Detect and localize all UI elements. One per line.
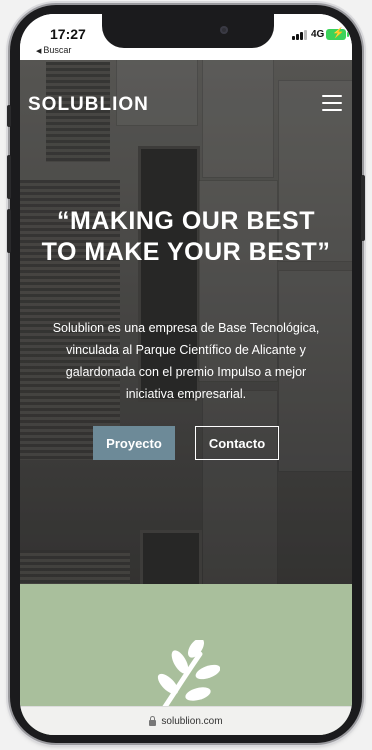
notch <box>102 14 274 48</box>
network-type: 4G <box>311 29 325 40</box>
volume-down-button <box>7 209 11 253</box>
camera-icon <box>220 26 228 34</box>
volume-up-button <box>7 155 11 199</box>
hamburger-menu-icon[interactable] <box>322 95 342 111</box>
proyecto-button[interactable]: Proyecto <box>93 426 175 460</box>
phone-screen: 17:27 ◀ Buscar 4G ⚡ SOLUBLION “MAKING OU… <box>20 14 352 735</box>
back-to-search[interactable]: ◀ Buscar <box>36 45 71 55</box>
hero-headline: “MAKING OUR BEST TO MAKE YOUR BEST” <box>41 207 331 266</box>
battery-charging-icon: ⚡ <box>326 28 349 40</box>
back-label: Buscar <box>43 45 72 55</box>
url-text: solublion.com <box>161 716 223 727</box>
hero-section: SOLUBLION “MAKING OUR BEST TO MAKE YOUR … <box>20 60 352 584</box>
contacto-button[interactable]: Contacto <box>195 426 279 460</box>
signal-icon <box>292 30 308 40</box>
brand-logo[interactable]: SOLUBLION <box>28 94 149 116</box>
hero-description: Solublion es una empresa de Base Tecnoló… <box>52 321 320 401</box>
mute-switch <box>7 105 11 127</box>
lock-icon <box>149 716 157 726</box>
power-button <box>361 175 365 241</box>
browser-url-bar[interactable]: solublion.com <box>20 706 352 735</box>
status-time: 17:27 <box>50 26 86 42</box>
back-arrow-icon: ◀ <box>36 48 42 55</box>
